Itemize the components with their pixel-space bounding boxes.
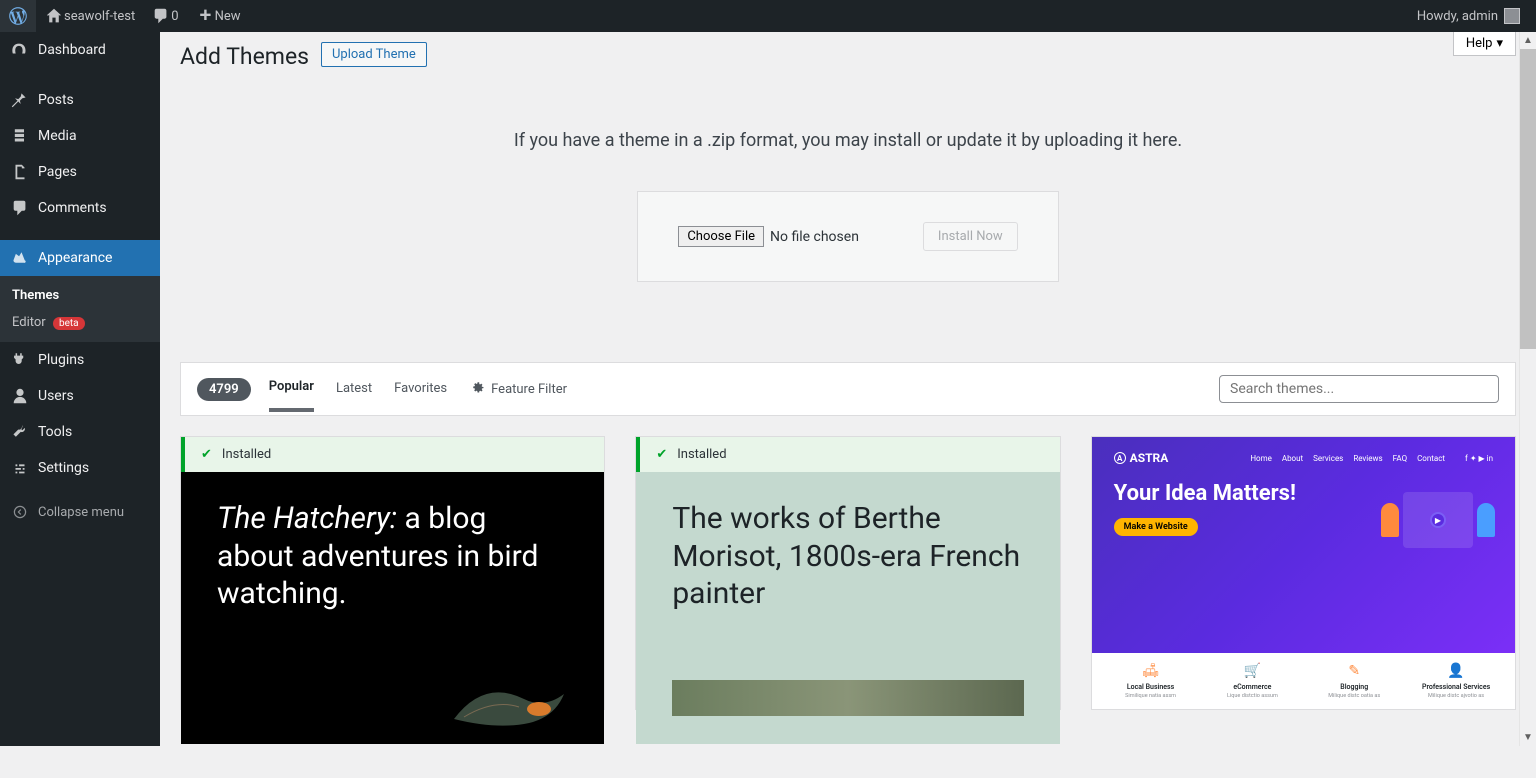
check-icon: ✔	[201, 447, 212, 462]
tab-favorites[interactable]: Favorites	[394, 381, 447, 410]
new-label: New	[215, 9, 241, 24]
chevron-down-icon: ▾	[1496, 36, 1503, 51]
menu-label: Settings	[38, 460, 89, 476]
users-icon	[10, 386, 30, 406]
image-strip	[672, 680, 1023, 716]
cart-icon: 🛒	[1201, 663, 1303, 679]
menu-label: Posts	[38, 92, 74, 108]
upload-message: If you have a theme in a .zip format, yo…	[180, 130, 1516, 151]
menu-label: Dashboard	[38, 42, 106, 58]
theme-preview: The Hatchery: a blog about adventures in…	[181, 472, 604, 744]
menu-pages[interactable]: Pages	[0, 154, 160, 190]
submenu-themes[interactable]: Themes	[0, 282, 160, 309]
wordpress-logo-icon	[8, 6, 28, 26]
bird-illustration-icon	[444, 669, 574, 739]
sofa-icon: 🛋	[1100, 663, 1202, 679]
theme-preview: AASTRA Home About Services Reviews FAQ C…	[1092, 437, 1515, 709]
collapse-menu[interactable]: Collapse menu	[0, 494, 160, 530]
search-themes-input[interactable]	[1219, 375, 1499, 403]
tools-icon	[10, 422, 30, 442]
menu-label: Users	[38, 388, 74, 404]
gear-icon	[469, 379, 485, 399]
site-menu[interactable]: seawolf-test	[36, 0, 143, 32]
vertical-scrollbar[interactable]: ▲ ▼	[1519, 32, 1536, 746]
menu-appearance[interactable]: Appearance	[0, 240, 160, 276]
theme-card[interactable]: AASTRA Home About Services Reviews FAQ C…	[1091, 436, 1516, 710]
theme-card[interactable]: ✔ Installed The Hatchery: a blog about a…	[180, 436, 605, 710]
howdy-text: Howdy, admin	[1417, 9, 1498, 24]
installed-badge: ✔ Installed	[636, 437, 1059, 472]
menu-label: Tools	[38, 424, 72, 440]
menu-label: Plugins	[38, 352, 84, 368]
upload-theme-button[interactable]: Upload Theme	[321, 42, 427, 67]
menu-dashboard[interactable]: Dashboard	[0, 32, 160, 68]
scroll-down-arrow-icon[interactable]: ▼	[1520, 729, 1536, 746]
site-name: seawolf-test	[64, 9, 135, 24]
theme-grid: ✔ Installed The Hatchery: a blog about a…	[180, 436, 1516, 710]
comments-count: 0	[171, 9, 178, 24]
install-now-button[interactable]: Install Now	[923, 222, 1018, 251]
menu-label: Appearance	[38, 250, 112, 266]
theme-count: 4799	[197, 378, 251, 401]
page-title: Add Themes	[180, 43, 309, 70]
person-icon: 👤	[1405, 663, 1507, 679]
filter-bar: 4799 Popular Latest Favorites Feature Fi…	[180, 362, 1516, 416]
menu-tools[interactable]: Tools	[0, 414, 160, 450]
menu-posts[interactable]: Posts	[0, 82, 160, 118]
hero-illustration: ▶	[1381, 492, 1495, 548]
media-icon	[10, 126, 30, 146]
submenu-editor[interactable]: Editor beta	[0, 309, 160, 336]
installed-badge: ✔ Installed	[181, 437, 604, 472]
plus-icon	[195, 6, 215, 26]
tab-latest[interactable]: Latest	[336, 381, 372, 410]
menu-label: Pages	[38, 164, 77, 180]
admin-bar: seawolf-test 0 New Howdy, admin	[0, 0, 1536, 32]
upload-panel: If you have a theme in a .zip format, yo…	[180, 130, 1516, 282]
content-area: Help ▾ Add Themes Upload Theme If you ha…	[160, 32, 1536, 746]
wp-logo-menu[interactable]	[0, 0, 36, 32]
new-content-menu[interactable]: New	[187, 0, 249, 32]
theme-preview: The works of Berthe Morisot, 1800s-era F…	[636, 472, 1059, 744]
my-account[interactable]: Howdy, admin	[1409, 0, 1528, 32]
comment-icon	[151, 6, 171, 26]
pencil-icon: ✎	[1303, 663, 1405, 679]
pin-icon	[10, 90, 30, 110]
help-tab[interactable]: Help ▾	[1453, 32, 1516, 56]
menu-plugins[interactable]: Plugins	[0, 342, 160, 378]
menu-settings[interactable]: Settings	[0, 450, 160, 486]
pages-icon	[10, 162, 30, 182]
settings-icon	[10, 458, 30, 478]
dashboard-icon	[10, 40, 30, 60]
scroll-thumb[interactable]	[1520, 49, 1536, 349]
beta-badge: beta	[53, 317, 85, 330]
home-icon	[44, 6, 64, 26]
tab-popular[interactable]: Popular	[269, 379, 314, 412]
avatar-icon	[1504, 8, 1520, 24]
menu-users[interactable]: Users	[0, 378, 160, 414]
menu-comments[interactable]: Comments	[0, 190, 160, 226]
appearance-submenu: Themes Editor beta	[0, 276, 160, 342]
theme-card[interactable]: ✔ Installed The works of Berthe Morisot,…	[635, 436, 1060, 710]
plugins-icon	[10, 350, 30, 370]
menu-label: Media	[38, 128, 77, 144]
comments-icon	[10, 198, 30, 218]
feature-filter[interactable]: Feature Filter	[469, 379, 567, 399]
admin-menu: Dashboard Posts Media Pages Comments App…	[0, 32, 160, 746]
no-file-text: No file chosen	[770, 229, 859, 245]
collapse-icon	[10, 502, 30, 522]
scroll-up-arrow-icon[interactable]: ▲	[1520, 32, 1536, 49]
menu-label: Comments	[38, 200, 107, 216]
menu-media[interactable]: Media	[0, 118, 160, 154]
choose-file-button[interactable]: Choose File	[678, 226, 764, 247]
check-icon: ✔	[656, 447, 667, 462]
comments-menu[interactable]: 0	[143, 0, 186, 32]
appearance-icon	[10, 248, 30, 268]
